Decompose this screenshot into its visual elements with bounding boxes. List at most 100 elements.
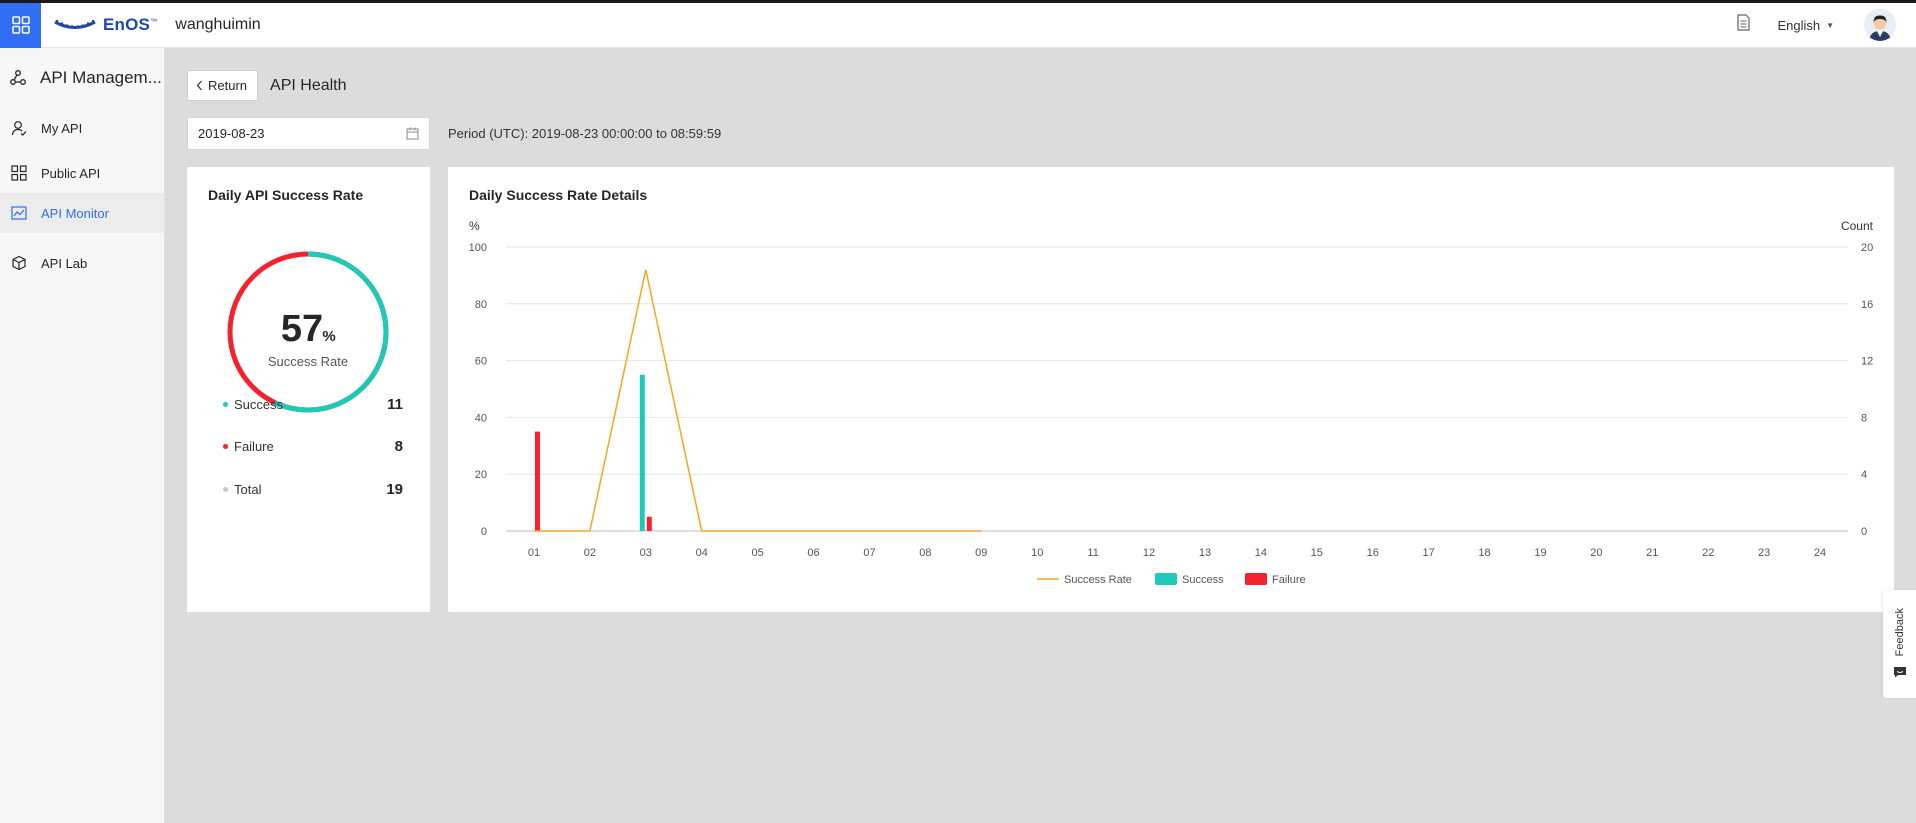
- legend-dot: [223, 487, 228, 492]
- feedback-tab[interactable]: Feedback: [1883, 590, 1916, 698]
- sidebar-item-api-lab[interactable]: API Lab: [0, 243, 164, 283]
- user-avatar[interactable]: [1864, 9, 1896, 41]
- x-tick-label: 02: [584, 547, 596, 559]
- x-tick-label: 21: [1646, 547, 1658, 559]
- app-switcher-button[interactable]: [0, 2, 41, 48]
- stat-value: 11: [387, 396, 403, 413]
- logo-text: EnOS™: [103, 15, 158, 34]
- left-tick-label: 40: [475, 412, 487, 424]
- legend-label: Success Rate: [1064, 574, 1132, 586]
- x-tick-label: 20: [1590, 547, 1602, 559]
- language-label: English: [1777, 17, 1821, 33]
- legend-failure-swatch: [1245, 573, 1267, 585]
- failure-bar: [646, 516, 652, 531]
- failure-bar: [534, 431, 540, 531]
- page-header: Return API Health: [187, 70, 347, 101]
- x-tick-label: 11: [1087, 547, 1098, 559]
- document-icon[interactable]: [1736, 14, 1751, 36]
- org-name: wanghuimin: [175, 16, 261, 33]
- success-rate-line: [533, 269, 982, 532]
- right-tick-label: 16: [1861, 299, 1873, 311]
- stat-label: Failure: [234, 439, 274, 454]
- details-chart: % Count02040608010004812162001 02 03 04 05 06 0…: [469, 219, 1874, 586]
- x-tick-label: 06: [807, 547, 819, 559]
- return-button[interactable]: Return: [187, 70, 259, 101]
- x-tick-label: 08: [919, 547, 931, 559]
- user-icon: [10, 119, 28, 137]
- x-tick-label: 17: [1423, 547, 1435, 559]
- success-bar: [639, 374, 645, 531]
- left-tick-label: 100: [469, 242, 487, 254]
- x-tick-label: 15: [1311, 547, 1323, 559]
- stat-value: 19: [386, 481, 403, 498]
- right-axis-title: Count: [1841, 219, 1874, 233]
- left-tick-label: 80: [475, 299, 487, 311]
- success-rate-card: Daily API Success Rate 57 % Success Rate…: [187, 167, 430, 612]
- x-tick-label: 19: [1534, 547, 1546, 559]
- top-header: EnOS™ wanghuimin English ▼: [0, 0, 1916, 48]
- sidebar-title: API Managem...: [0, 48, 164, 108]
- left-axis-title: %: [469, 219, 480, 233]
- right-tick-label: 8: [1861, 412, 1867, 424]
- sidebar-item-label: My API: [41, 120, 83, 136]
- x-tick-label: 16: [1367, 547, 1379, 559]
- period-text: Period (UTC): 2019-08-23 00:00:00 to 08:…: [448, 126, 722, 141]
- sidebar-item-api-monitor[interactable]: API Monitor: [0, 193, 164, 233]
- calendar-icon: [406, 127, 419, 140]
- feedback-label: Feedback: [1893, 608, 1906, 657]
- stat-failure: Failure 8: [223, 438, 403, 455]
- stat-success: Success 11: [223, 396, 403, 413]
- x-tick-label: 13: [1199, 547, 1211, 559]
- language-selector[interactable]: English ▼: [1777, 18, 1834, 33]
- x-tick-label: 05: [752, 547, 764, 559]
- x-tick-label: 03: [640, 547, 652, 559]
- sidebar-item-label: Public API: [41, 165, 101, 181]
- chevron-left-icon: [196, 80, 202, 91]
- date-picker[interactable]: 2019-08-23: [187, 117, 430, 150]
- stat-value: 8: [394, 438, 403, 455]
- sidebar-item-label: API Lab: [41, 255, 88, 271]
- api-network-icon: [10, 70, 26, 85]
- x-tick-label: 01: [528, 547, 540, 559]
- grid-icon: [11, 16, 30, 34]
- grid-icon: [10, 164, 28, 182]
- x-tick-label: 04: [696, 547, 708, 559]
- legend-dot: [223, 402, 228, 407]
- cube-icon: [10, 254, 28, 272]
- left-tick-label: 60: [475, 356, 487, 368]
- stat-total: Total 19: [223, 481, 403, 498]
- success-rate-details-card: Daily Success Rate Details % Count 0 20 40 60…: [448, 167, 1894, 612]
- sidebar-item-public-api[interactable]: Public API: [0, 153, 164, 193]
- page-title: API Health: [270, 76, 347, 94]
- right-tick-label: 4: [1861, 469, 1867, 481]
- card-title: Daily API Success Rate: [208, 187, 364, 203]
- sidebar-item-my-api[interactable]: My API: [0, 108, 164, 148]
- sidebar-item-label: API Monitor: [41, 205, 109, 221]
- legend-success-swatch: [1155, 573, 1177, 585]
- stat-label: Success: [234, 397, 284, 412]
- logo-mark-icon: [54, 19, 96, 29]
- right-tick-label: 20: [1861, 242, 1873, 254]
- chart-icon: [10, 204, 28, 222]
- x-tick-label: 18: [1478, 547, 1490, 559]
- x-tick-label: 10: [1031, 547, 1043, 559]
- left-tick-label: 0: [481, 526, 487, 538]
- x-tick-label: 14: [1255, 547, 1267, 559]
- rate-unit: %: [322, 328, 335, 345]
- legend-label: Failure: [1272, 574, 1306, 586]
- rate-value: 57: [281, 308, 323, 350]
- sidebar: API Managem... My API Public API API Mon…: [0, 48, 165, 823]
- chat-icon: [1893, 667, 1906, 678]
- success-rate-donut: 57 % Success Rate: [227, 251, 389, 413]
- x-tick-label: 07: [863, 547, 875, 559]
- x-tick-label: 12: [1143, 547, 1155, 559]
- x-tick-label: 24: [1814, 547, 1826, 559]
- date-value: 2019-08-23: [198, 126, 265, 141]
- return-label: Return: [208, 78, 248, 93]
- enos-logo[interactable]: EnOS™: [53, 15, 157, 35]
- left-tick-label: 20: [475, 469, 487, 481]
- rate-label: Success Rate: [268, 354, 348, 369]
- x-tick-label: 22: [1702, 547, 1714, 559]
- x-tick-label: 09: [975, 547, 987, 559]
- legend-dot: [223, 444, 228, 449]
